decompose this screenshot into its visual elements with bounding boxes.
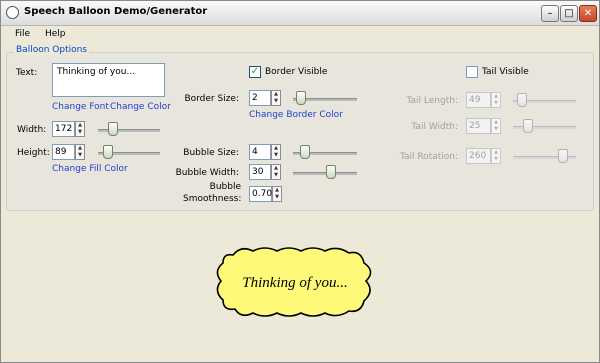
bubble-size-slider-thumb[interactable] [300,145,310,159]
border-size-value[interactable]: 2 [249,90,271,106]
change-font-link[interactable]: Change Font [52,102,109,112]
change-border-color-link[interactable]: Change Border Color [249,110,343,120]
bubble-smoothness-spinner[interactable]: 0.70 ▲ ▼ [249,186,285,202]
bubble-smoothness-value[interactable]: 0.70 [249,186,272,202]
bubble-size-value[interactable]: 4 [249,144,271,160]
bubble-size-label: Bubble Size: [183,148,239,158]
bubble-width-label: Bubble Width: [175,168,239,178]
bubble-width-spin-arrows[interactable]: ▲ ▼ [271,164,281,180]
tail-visible-checkbox[interactable] [466,66,478,78]
height-slider[interactable] [98,145,160,161]
change-fill-color-link[interactable]: Change Fill Color [52,164,128,174]
bubble-size-slider[interactable] [293,145,357,161]
balloon-text: Thinking of you... [242,275,347,291]
border-size-slider-thumb[interactable] [296,91,306,105]
maximize-button[interactable]: □ [560,5,578,22]
tail-length-spinner[interactable]: 49 ▲ ▼ [466,92,503,108]
text-input[interactable]: Thinking of you... [52,63,165,97]
close-button[interactable]: ✕ [579,5,597,22]
bubble-width-slider[interactable] [293,165,357,181]
tail-visible-label: Tail Visible [482,67,529,77]
width-slider[interactable] [98,122,160,138]
tail-rotation-slider[interactable] [513,149,576,165]
height-value[interactable]: 89 [52,144,75,160]
speech-balloon-icon [6,6,19,19]
menu-bar: File Help [1,26,599,44]
width-spin-arrows[interactable]: ▲ ▼ [75,121,85,137]
border-size-spin-arrows[interactable]: ▲ ▼ [271,90,281,106]
border-size-slider[interactable] [293,91,357,107]
menu-help[interactable]: Help [45,29,66,39]
tail-width-label: Tail Width: [411,122,458,132]
menu-file[interactable]: File [15,29,30,39]
border-visible-checkbox[interactable]: ✓ [249,66,261,78]
tail-length-slider[interactable] [513,93,576,109]
height-spin-arrows[interactable]: ▲ ▼ [75,144,85,160]
change-color-link[interactable]: Change Color [110,102,171,112]
height-spinner[interactable]: 89 ▲ ▼ [52,144,88,160]
bubble-smoothness-label-line1: Bubble [209,182,241,192]
width-label: Width: [17,125,47,135]
bubble-smoothness-label-line2: Smoothness: [183,194,242,204]
bubble-width-value[interactable]: 30 [249,164,271,180]
speech-balloon-preview: Thinking of you... [216,247,372,317]
tail-length-value[interactable]: 49 [466,92,491,108]
tail-width-spinner[interactable]: 25 ▲ ▼ [466,118,503,134]
app-window: Speech Balloon Demo/Generator – □ ✕ File… [0,0,600,363]
group-title: Balloon Options [14,45,89,55]
tail-width-value[interactable]: 25 [466,118,491,134]
bubble-size-spinner[interactable]: 4 ▲ ▼ [249,144,284,160]
tail-rotation-label: Tail Rotation: [399,152,458,162]
width-slider-thumb[interactable] [108,122,118,136]
tail-length-spin-arrows[interactable]: ▲ ▼ [491,92,501,108]
tail-width-spin-arrows[interactable]: ▲ ▼ [491,118,501,134]
window-title: Speech Balloon Demo/Generator [24,6,208,17]
border-size-spinner[interactable]: 2 ▲ ▼ [249,90,284,106]
bubble-width-spinner[interactable]: 30 ▲ ▼ [249,164,284,180]
tail-length-slider-thumb[interactable] [517,93,527,107]
minimize-button[interactable]: – [541,5,559,22]
tail-rotation-spinner[interactable]: 260 ▲ ▼ [466,148,503,164]
tail-rotation-value[interactable]: 260 [466,148,491,164]
height-slider-thumb[interactable] [103,145,113,159]
bubble-size-spin-arrows[interactable]: ▲ ▼ [271,144,281,160]
width-value[interactable]: 172 [52,121,75,137]
tail-length-label: Tail Length: [406,96,458,106]
border-visible-label: Border Visible [265,67,328,77]
bubble-smoothness-spin-arrows[interactable]: ▲ ▼ [272,186,282,202]
width-spinner[interactable]: 172 ▲ ▼ [52,121,88,137]
title-bar: Speech Balloon Demo/Generator – □ ✕ [1,1,599,26]
tail-width-slider-thumb[interactable] [523,119,533,133]
height-label: Height: [17,148,50,158]
bubble-width-slider-track [293,172,357,175]
text-label: Text: [16,68,38,78]
border-size-label: Border Size: [184,94,239,104]
tail-rotation-slider-thumb[interactable] [558,149,568,163]
tail-rotation-spin-arrows[interactable]: ▲ ▼ [491,148,501,164]
tail-width-slider[interactable] [513,119,576,135]
bubble-width-slider-thumb[interactable] [326,165,336,179]
